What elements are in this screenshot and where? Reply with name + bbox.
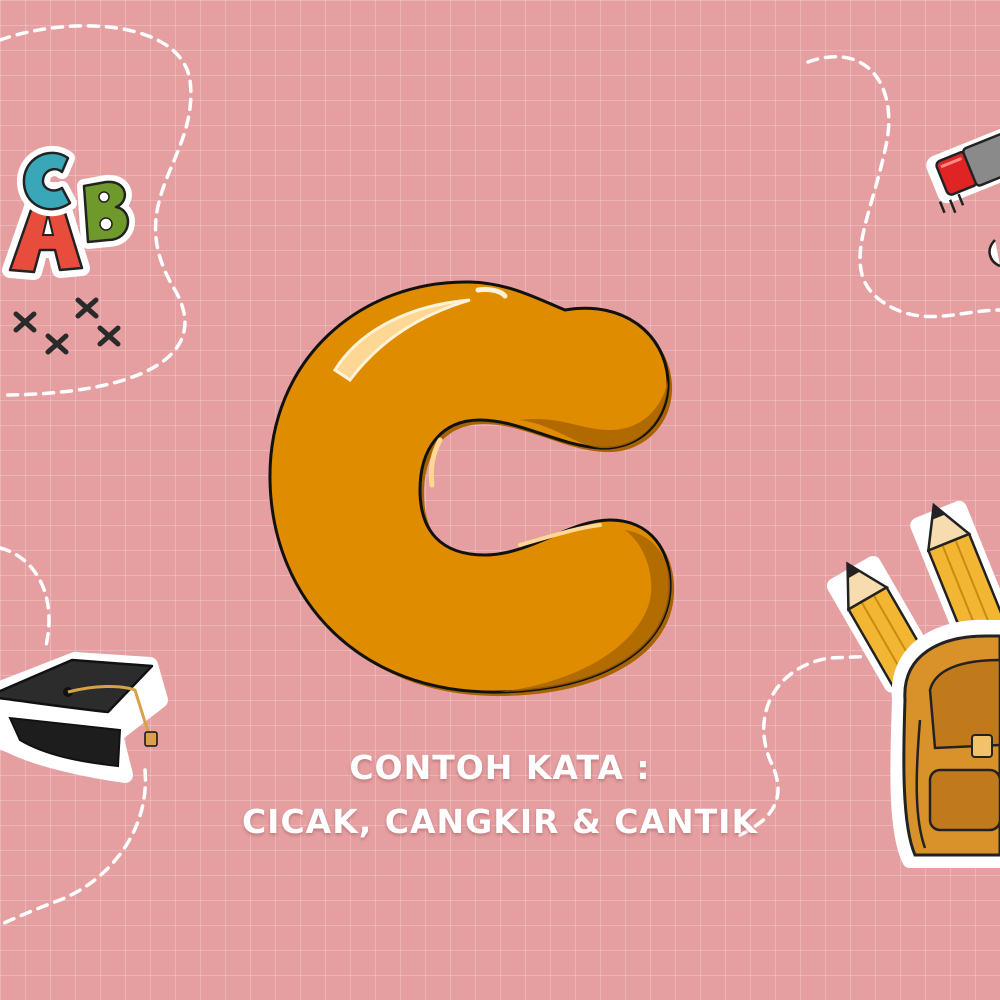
backpack-icon — [890, 619, 1000, 868]
graduation-cap-icon — [0, 652, 168, 783]
caption-line-2: CICAK, CANGKIR & CANTIK — [241, 802, 759, 841]
letter-c-block — [17, 146, 77, 217]
cross-stitches-icon — [13, 297, 121, 355]
letter-c-body — [268, 280, 672, 694]
artwork-canvas: CONTOH KATA : CICAK, CANGKIR & CANTIK — [0, 0, 1000, 1000]
marker-fragment — [988, 239, 1000, 268]
decorations-layer — [0, 24, 1000, 927]
marker-pen-icon — [926, 125, 1000, 214]
letter-b-block — [77, 175, 135, 249]
caption-line-1: CONTOH KATA : — [349, 748, 651, 787]
abc-letters-icon — [2, 146, 135, 280]
letter-c-glyph — [268, 280, 675, 697]
